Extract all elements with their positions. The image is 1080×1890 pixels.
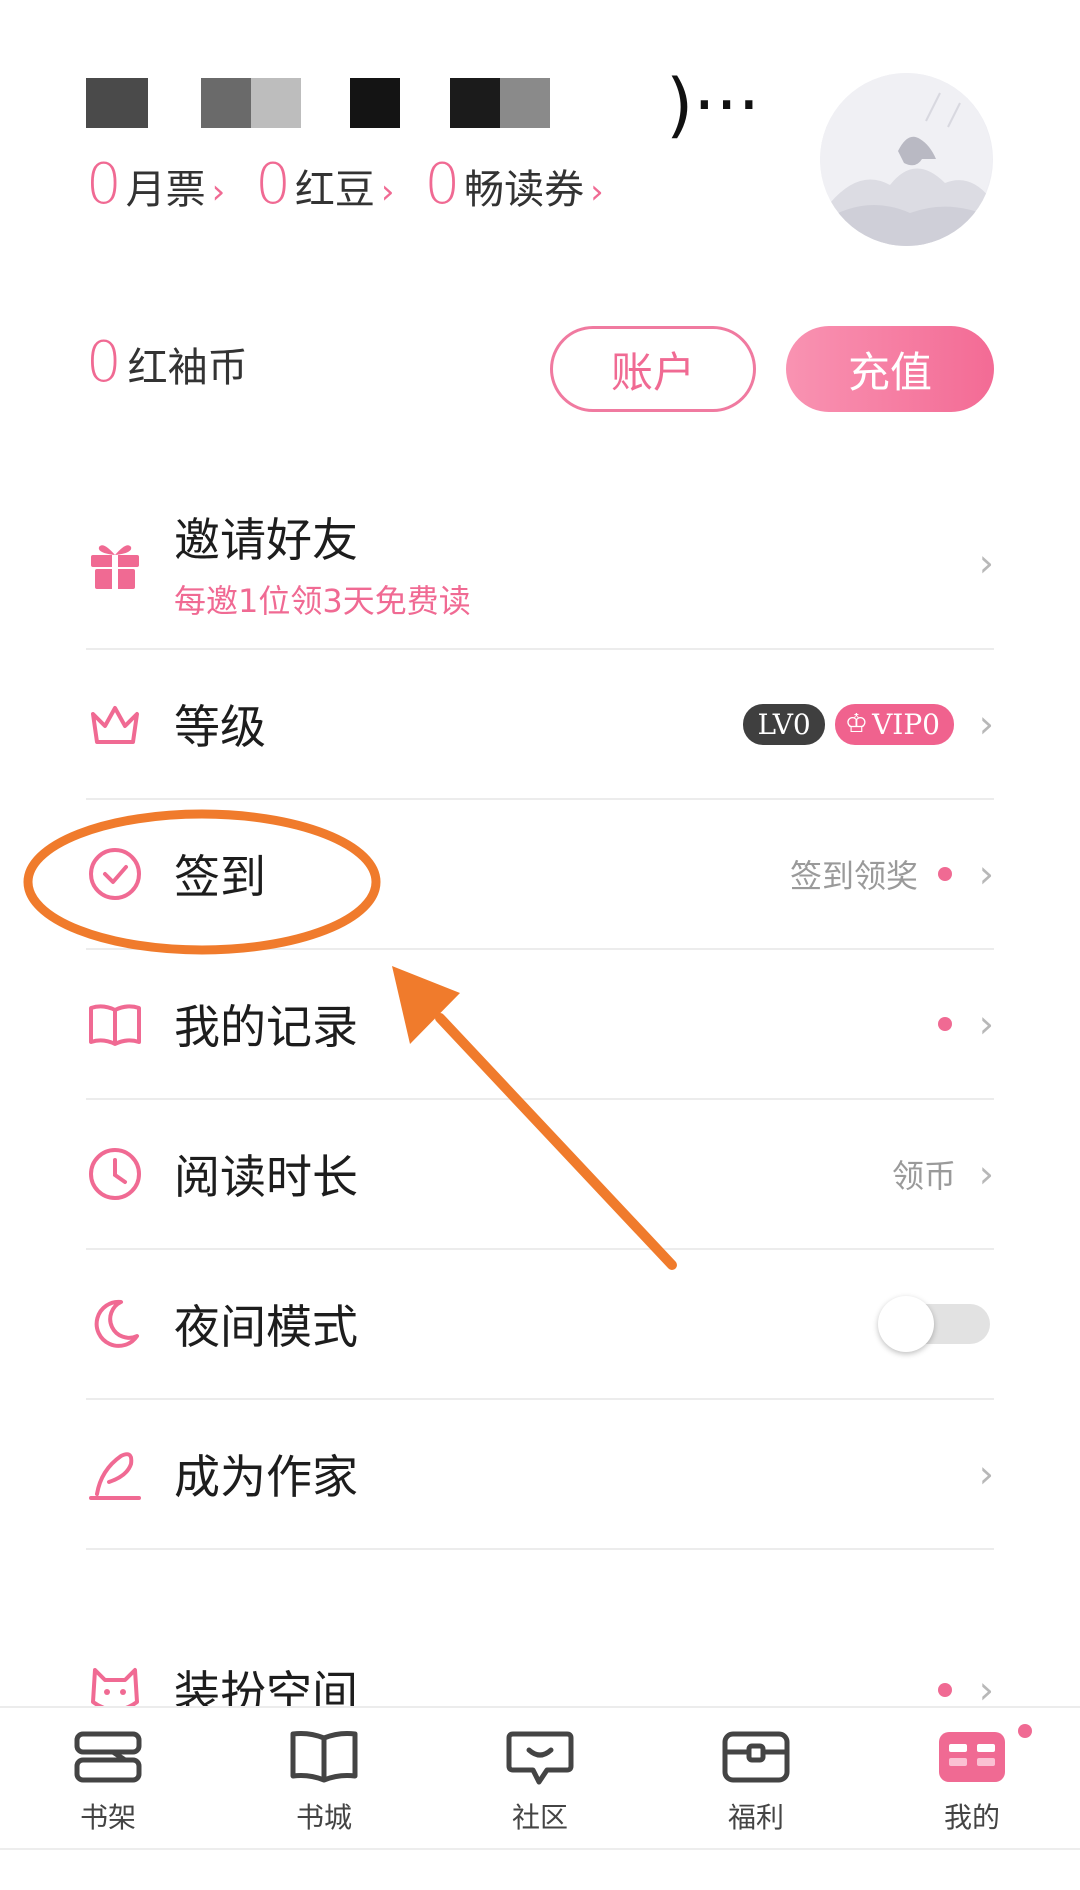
stat-label: 月票 [125,167,206,213]
chevron-right-icon: › [380,172,395,212]
tab-mine[interactable]: 我的 [864,1708,1080,1848]
chevron-right-icon: › [590,172,604,212]
account-button[interactable]: 账户 [550,326,756,412]
username: )··· [86,70,786,140]
menu-item-title: 夜间模式 [174,1300,358,1354]
menu-item-hint: 领币 [891,1157,956,1195]
menu-item-title: 等级 [174,700,266,754]
tab-label: 书架 [79,1801,136,1834]
level-badge: LV0 [743,703,825,745]
menu-item-title: 邀请好友 [174,513,358,567]
menu-item-level[interactable]: 等级 LV0 ♔ VIP0 › [86,650,994,800]
menu-item-night-mode: 夜间模式 [86,1250,994,1400]
menu-item-subtitle: 每邀1位领3天免费读 [174,582,471,620]
crown-small-icon: ♔ [844,709,869,739]
blurred-username-block [201,78,251,128]
chevron-right-icon: › [978,1152,994,1196]
clock-icon [86,1145,144,1203]
profile-card-icon [936,1726,1008,1788]
chevron-right-icon: › [978,702,994,746]
menu-item-title: 阅读时长 [174,1150,358,1204]
crown-icon [86,695,144,753]
notification-dot [938,1017,952,1031]
book-store-icon [288,1726,360,1788]
toggle-knob [878,1296,934,1352]
vip-badge-label: VIP0 [872,707,940,741]
menu-item-become-writer[interactable]: 成为作家 › [86,1400,994,1550]
chevron-right-icon: › [978,852,994,896]
stat-red-bean[interactable]: 0 红豆 › [255,152,394,217]
tab-label: 书城 [295,1801,352,1834]
notification-dot [1018,1724,1032,1738]
menu-list: 邀请好友 每邀1位领3天免费读 › 等级 LV0 ♔ VIP0 › 签到 签到领… [86,478,994,1550]
menu-item-invite[interactable]: 邀请好友 每邀1位领3天免费读 › [86,478,994,650]
stats-row: 0 月票 › 0 红豆 › 0 畅读券 › [86,152,634,217]
stat-value: 0 [255,152,291,217]
stat-reading-coupon[interactable]: 0 畅读券 › [425,152,604,217]
blurred-username-block [251,78,301,128]
blurred-username-block [500,78,550,128]
recharge-button[interactable]: 充值 [786,326,994,412]
stat-value: 0 [424,152,461,217]
bottom-divider [0,1848,1080,1850]
menu-item-title: 成为作家 [174,1450,358,1504]
treasure-chest-icon [720,1726,792,1788]
chevron-right-icon: › [978,1002,994,1046]
menu-item-hint: 签到领奖 [789,857,918,895]
tab-label: 福利 [727,1801,784,1834]
menu-item-title: 我的记录 [174,1000,358,1054]
bottom-tab-bar: 书架 书城 社区 福利 我的 [0,1706,1080,1848]
stat-label: 红豆 [294,167,375,213]
notification-dot [938,1683,952,1697]
chat-bubble-icon [504,1726,576,1788]
night-mode-toggle[interactable] [878,1296,990,1352]
gift-icon [86,534,144,592]
avatar[interactable] [820,73,993,246]
menu-item-records[interactable]: 我的记录 › [86,950,994,1100]
stat-label: 畅读券 [464,167,585,213]
blurred-username-block [450,78,500,128]
check-circle-icon [86,845,144,903]
chevron-right-icon: › [978,1452,994,1496]
quill-icon [86,1445,144,1503]
stat-monthly-ticket[interactable]: 0 月票 › [86,152,225,217]
coin-balance: 0 红袖币 [86,330,248,395]
coin-label: 红袖币 [127,345,248,391]
tab-bookshelf[interactable]: 书架 [0,1708,216,1848]
moon-icon [86,1295,144,1353]
chevron-right-icon: › [211,172,226,212]
bookshelf-icon [72,1726,144,1788]
coin-value: 0 [86,330,122,395]
vip-badge: ♔ VIP0 [834,703,954,745]
chevron-right-icon: › [978,541,994,585]
menu-item-reading-time[interactable]: 阅读时长 领币 › [86,1100,994,1250]
menu-item-title: 签到 [174,850,266,904]
blurred-username-block [350,78,400,128]
tab-label: 我的 [943,1801,1000,1834]
username-text: )··· [666,64,761,146]
blurred-username-block [86,78,148,128]
notification-dot [938,867,952,881]
tab-community[interactable]: 社区 [432,1708,648,1848]
menu-item-checkin[interactable]: 签到 签到领奖 › [86,800,994,950]
tab-bookstore[interactable]: 书城 [216,1708,432,1848]
tab-welfare[interactable]: 福利 [648,1708,864,1848]
tab-label: 社区 [511,1801,568,1834]
stat-value: 0 [86,152,122,217]
book-open-icon [86,995,144,1053]
